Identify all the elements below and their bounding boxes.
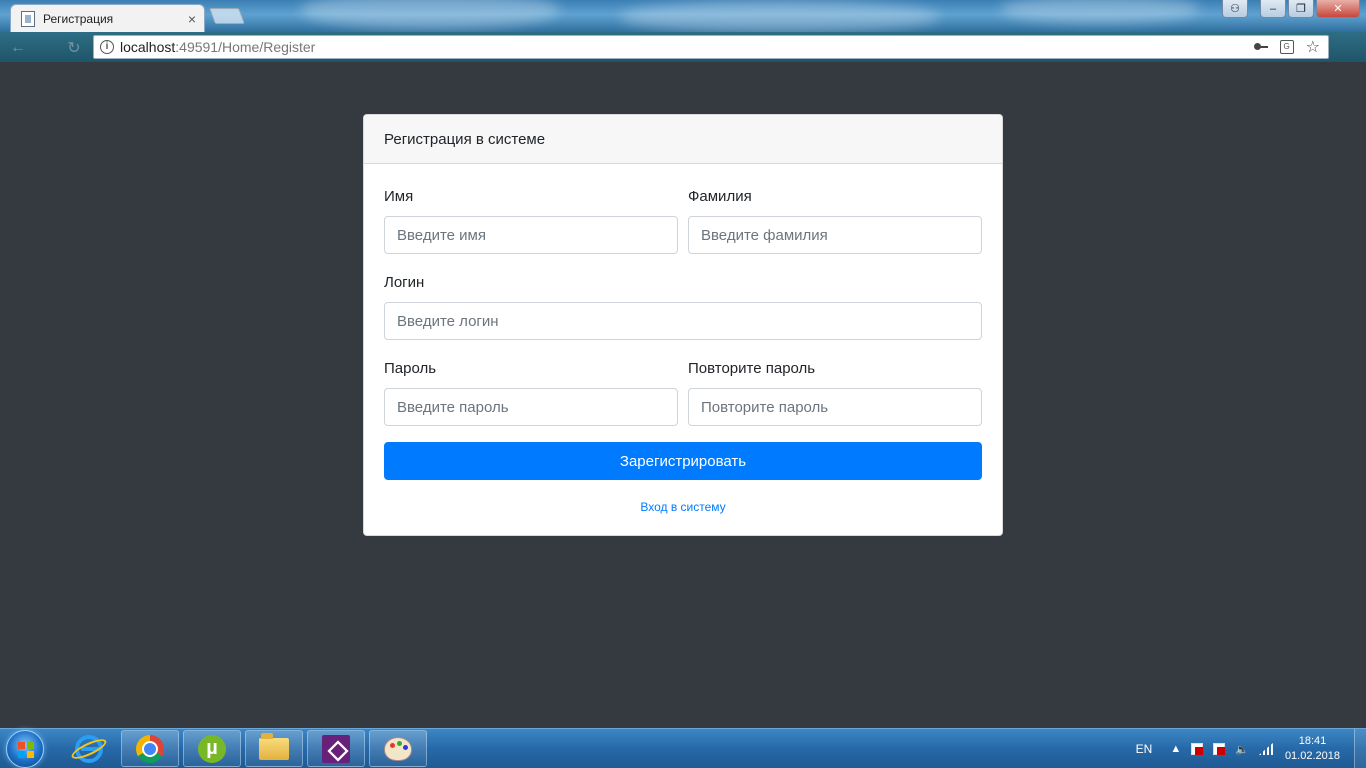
- first-name-input[interactable]: [384, 216, 678, 254]
- sky-decoration: [1000, 0, 1200, 24]
- volume-icon[interactable]: 🔈: [1235, 743, 1249, 756]
- paint-button[interactable]: [369, 730, 427, 767]
- window-controls: ⚇ – ❐ ✕: [1222, 0, 1360, 18]
- registration-card: Регистрация в системе Имя Фамилия Логин …: [363, 114, 1003, 536]
- password-input[interactable]: [384, 388, 678, 426]
- tab-close-icon[interactable]: ×: [188, 11, 196, 27]
- browser-titlebar: Регистрация × ⚇ – ❐ ✕: [0, 0, 1366, 32]
- password-repeat-input[interactable]: [688, 388, 982, 426]
- reload-icon[interactable]: ↻: [64, 38, 84, 58]
- page-icon: [21, 10, 35, 27]
- url-path: :49591/Home/Register: [175, 39, 316, 55]
- restore-button[interactable]: ❐: [1288, 0, 1314, 18]
- language-indicator[interactable]: EN: [1136, 742, 1153, 756]
- system-tray: EN ▲ 🔈 18:41 01.02.2018: [1136, 729, 1366, 768]
- address-bar[interactable]: i localhost:49591/Home/Register G ☆: [93, 35, 1329, 59]
- last-name-input[interactable]: [688, 216, 982, 254]
- key-icon[interactable]: [1253, 43, 1268, 51]
- show-hidden-icons-arrow-icon[interactable]: ▲: [1170, 743, 1181, 755]
- password-label: Пароль: [384, 360, 437, 377]
- folder-icon: [259, 732, 289, 760]
- internet-explorer-button[interactable]: [60, 730, 118, 767]
- sky-decoration: [300, 0, 560, 30]
- chrome-icon: [136, 734, 164, 763]
- bookmark-star-icon[interactable]: ☆: [1306, 37, 1320, 57]
- file-explorer-button[interactable]: [245, 730, 303, 767]
- password-repeat-label: Повторите пароль: [688, 360, 816, 377]
- register-button[interactable]: Зарегистрировать: [384, 442, 982, 480]
- last-name-label: Фамилия: [688, 188, 752, 205]
- login-link[interactable]: Вход в систему: [364, 500, 1002, 514]
- start-button[interactable]: [6, 730, 44, 768]
- paint-palette-icon: [384, 736, 412, 761]
- card-header: Регистрация в системе: [364, 115, 1002, 164]
- back-arrow-icon[interactable]: ←: [8, 38, 28, 58]
- profile-button[interactable]: ⚇: [1222, 0, 1248, 18]
- url-host: localhost: [120, 39, 176, 55]
- site-info-icon[interactable]: i: [100, 40, 114, 54]
- first-name-label: Имя: [384, 188, 414, 205]
- show-desktop-button[interactable]: [1354, 729, 1366, 768]
- browser-tab[interactable]: Регистрация ×: [10, 4, 205, 32]
- login-input[interactable]: [384, 302, 982, 340]
- visual-studio-button[interactable]: [307, 730, 365, 767]
- minimize-button[interactable]: –: [1260, 0, 1286, 18]
- visual-studio-icon: [322, 734, 350, 763]
- tab-title: Регистрация: [43, 11, 114, 26]
- browser-toolbar: ← ↻ i localhost:49591/Home/Register G ☆: [0, 32, 1366, 62]
- chrome-button[interactable]: [121, 730, 179, 767]
- utorrent-button[interactable]: µ: [183, 730, 241, 767]
- translate-icon[interactable]: G: [1279, 40, 1294, 54]
- clock[interactable]: 18:41 01.02.2018: [1285, 734, 1340, 764]
- new-tab-button[interactable]: [209, 8, 245, 24]
- url-text[interactable]: localhost:49591/Home/Register: [120, 39, 1254, 55]
- windows-logo-icon: [18, 742, 34, 758]
- utorrent-icon: µ: [198, 734, 226, 763]
- clock-time: 18:41: [1298, 735, 1327, 747]
- power-icon[interactable]: [1213, 743, 1226, 755]
- network-signal-icon[interactable]: [1258, 743, 1273, 755]
- taskbar: µ EN ▲ 🔈 18:41 01.02.2018: [0, 728, 1366, 768]
- clock-date: 01.02.2018: [1284, 750, 1340, 762]
- action-center-flag-icon[interactable]: [1191, 743, 1204, 755]
- sky-decoration: [620, 0, 940, 32]
- close-window-button[interactable]: ✕: [1316, 0, 1360, 18]
- login-label: Логин: [384, 274, 425, 291]
